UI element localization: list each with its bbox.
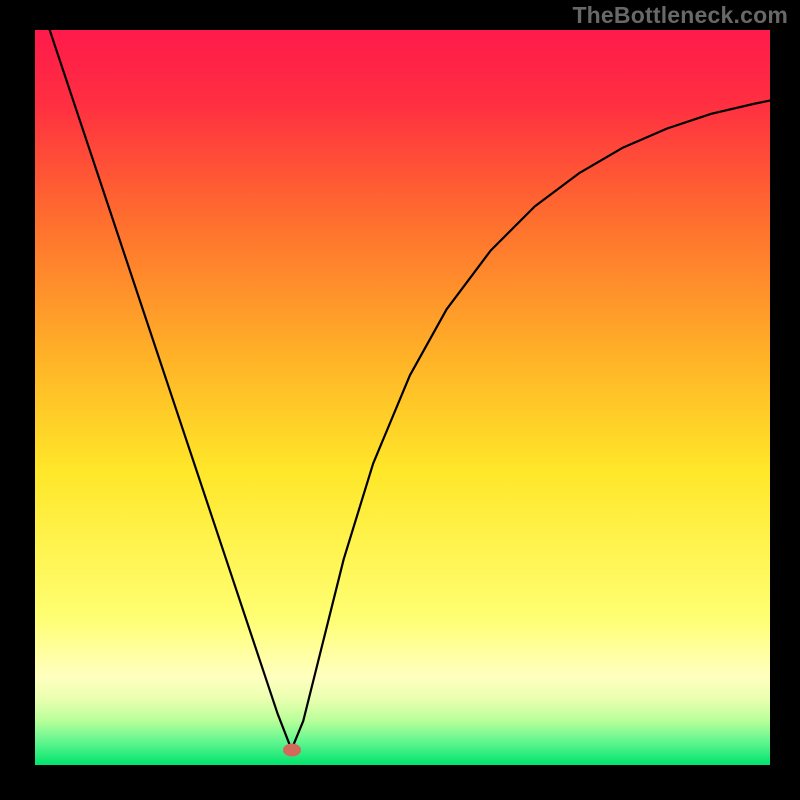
chart-frame: TheBottleneck.com xyxy=(0,0,800,800)
watermark-text: TheBottleneck.com xyxy=(572,2,788,29)
plot-area xyxy=(35,30,770,765)
curve-line xyxy=(35,30,770,765)
minimum-marker xyxy=(283,743,301,756)
